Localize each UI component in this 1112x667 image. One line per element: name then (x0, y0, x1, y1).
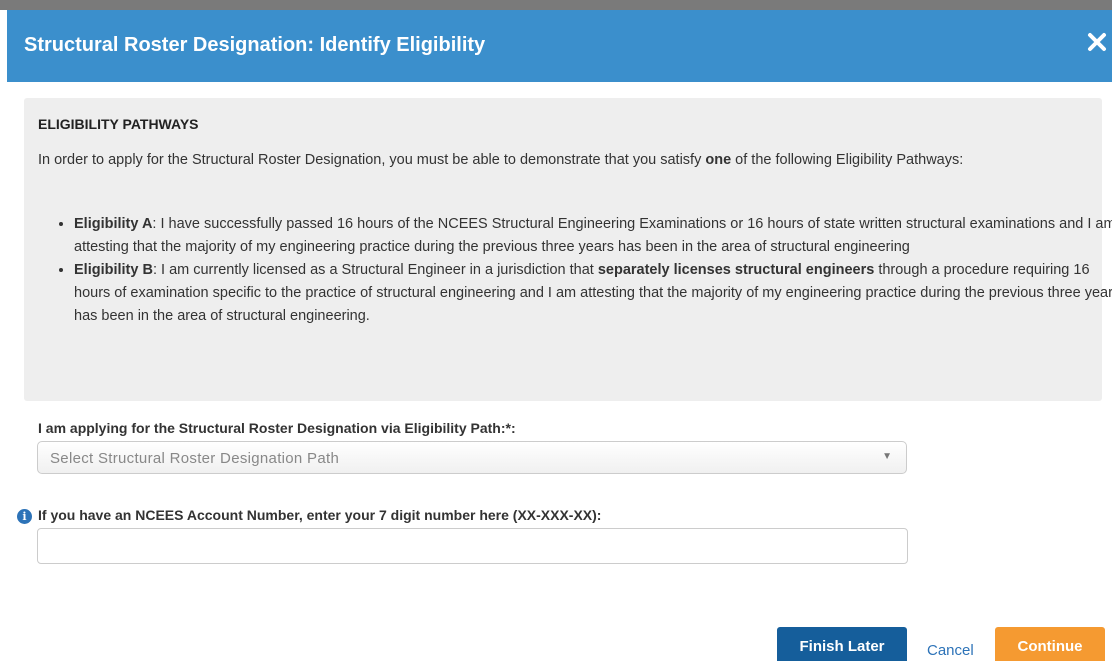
path-select-value: Select Structural Roster Designation Pat… (50, 450, 340, 467)
intro-text-end: of the following Eligibility Pathways: (731, 152, 964, 168)
pathway-list: Eligibility A: I have successfully passe… (38, 213, 1112, 328)
top-border (0, 0, 1112, 10)
chevron-down-icon: ▼ (882, 451, 892, 462)
dialog-header: Structural Roster Designation: Identify … (7, 10, 1112, 82)
intro-emphasis: one (705, 152, 732, 168)
info-icon: i (17, 509, 32, 524)
intro-text: In order to apply for the Structural Ros… (38, 152, 706, 168)
pathway-text: : I am currently licensed as a Structura… (152, 262, 598, 278)
pathway-item: Eligibility B: I am currently licensed a… (74, 259, 1112, 328)
panel-heading: ELIGIBILITY PATHWAYS (38, 116, 199, 132)
account-number-input[interactable] (37, 528, 908, 564)
panel-intro: In order to apply for the Structural Ros… (38, 149, 1078, 172)
pathway-item: Eligibility A: I have successfully passe… (74, 213, 1112, 259)
finish-later-button[interactable]: Finish Later (777, 627, 907, 661)
path-label: I am applying for the Structural Roster … (38, 420, 516, 436)
pathway-text: : I have successfully passed 16 hours of… (74, 216, 1112, 255)
account-label: If you have an NCEES Account Number, ent… (38, 507, 602, 523)
close-icon[interactable] (1087, 32, 1107, 52)
pathway-emphasis: separately licenses structural engineers (597, 262, 875, 278)
pathway-name: Eligibility A (74, 216, 153, 232)
pathway-name: Eligibility B (74, 262, 153, 278)
continue-button[interactable]: Continue (995, 627, 1105, 661)
dialog-title: Structural Roster Designation: Identify … (24, 34, 486, 56)
path-select[interactable]: Select Structural Roster Designation Pat… (37, 441, 907, 474)
cancel-link[interactable]: Cancel (927, 642, 974, 659)
eligibility-panel: ELIGIBILITY PATHWAYS In order to apply f… (24, 98, 1112, 401)
